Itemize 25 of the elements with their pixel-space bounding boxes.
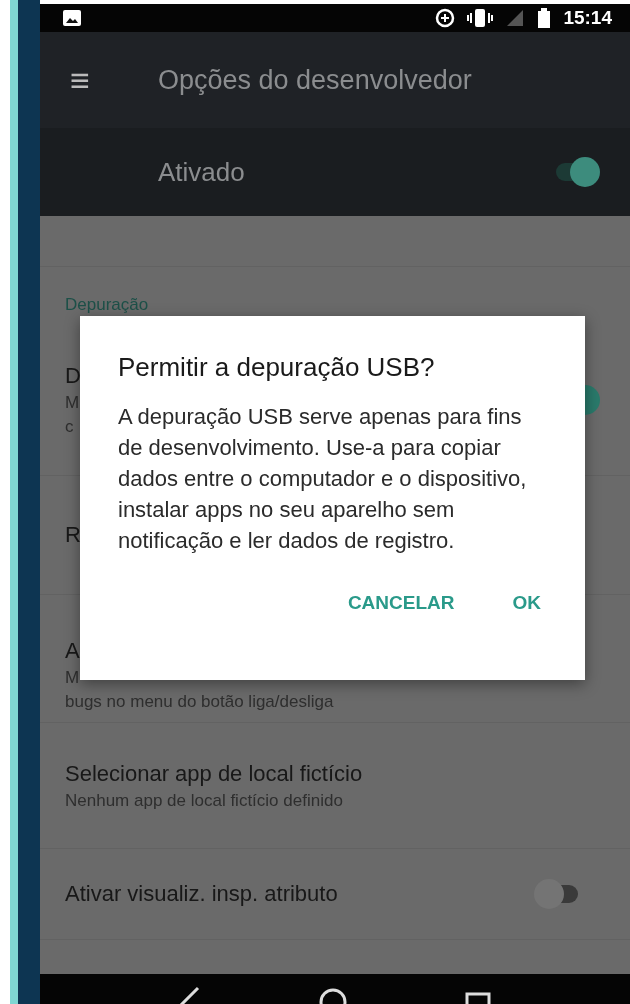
- signal-icon: [505, 8, 526, 28]
- status-time: 15:14: [563, 7, 612, 29]
- dialog-button[interactable]: CANCELAR: [333, 582, 469, 624]
- setting-title: Selecionar app de local fictício: [65, 760, 363, 787]
- data-saver-icon: [435, 8, 456, 28]
- back-icon[interactable]: [178, 984, 202, 1004]
- setting-summary: M: [65, 668, 81, 688]
- vibrate-icon: [467, 8, 494, 28]
- setting-summary: bugs no menu do botão liga/desliga: [65, 692, 334, 712]
- setting-summary: M: [65, 393, 81, 413]
- setting-title: D: [65, 363, 81, 389]
- master-switch-label: Ativado: [158, 156, 245, 188]
- setting-title: Ativar visualiz. insp. atributo: [65, 881, 338, 907]
- dialog-button[interactable]: OK: [498, 582, 555, 624]
- setting-summary: c: [65, 417, 75, 437]
- setting-title: R: [65, 522, 81, 548]
- setting-title: A: [65, 638, 81, 664]
- section-header: Depuração: [64, 294, 150, 316]
- setting-summary: Nenhum app de local fictício definido: [65, 790, 344, 811]
- battery-icon: [537, 8, 552, 28]
- toolbar-title: Opções do desenvolvedor: [158, 64, 472, 96]
- dialog-title: Permitir a depuração USB?: [118, 352, 436, 383]
- dialog-message: A depuração USB serve apenas para fins de desenvolvimento. Use-a para copiar dados entre o computador e o dispositivo, instalar apps no seu aparelho sem notificação e ler dados de registro.: [118, 403, 528, 555]
- menu-button[interactable]: ≡: [62, 63, 98, 97]
- image-icon: [62, 9, 82, 27]
